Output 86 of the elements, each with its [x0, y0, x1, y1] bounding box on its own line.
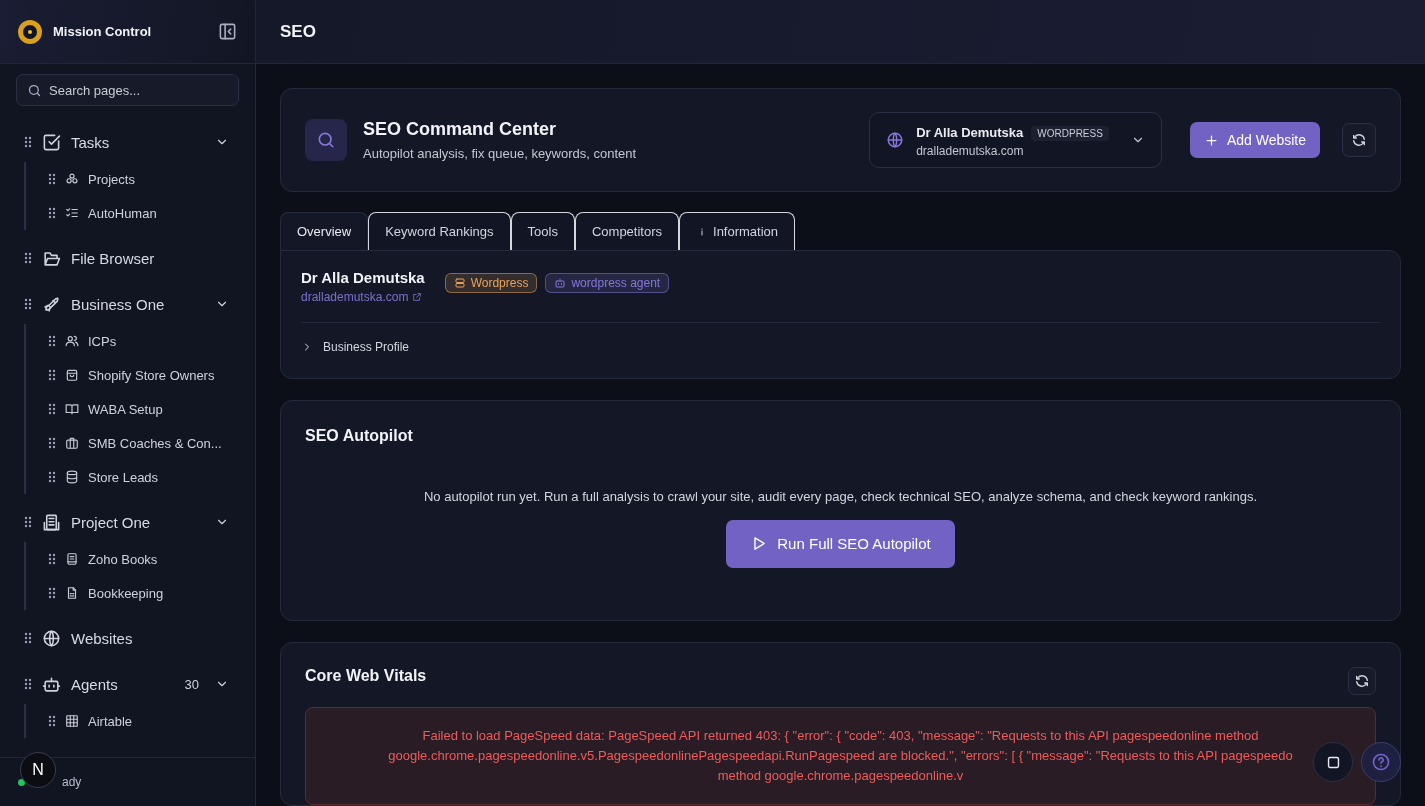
drag-handle-icon[interactable]: [24, 632, 32, 644]
briefcase-icon: [65, 436, 79, 450]
book-icon: [65, 402, 79, 416]
building-icon: [42, 512, 61, 532]
card-title: SEO Autopilot: [305, 426, 413, 445]
website-selector[interactable]: Dr Alla Demutska WORDPRESS drallademutska.com: [869, 112, 1162, 169]
search-field[interactable]: Search pages...: [16, 74, 239, 106]
tab[interactable]: Keyword Rankings: [368, 212, 511, 251]
sidebar-item[interactable]: Projects: [88, 171, 135, 187]
drag-handle-icon[interactable]: [48, 403, 56, 415]
tag: Wordpress: [444, 273, 538, 294]
search-icon: [305, 119, 347, 162]
drag-handle-icon[interactable]: [48, 553, 56, 565]
boxes-icon: [65, 172, 79, 186]
app-title: Mission Control: [53, 24, 153, 39]
sidebar-item[interactable]: Agents: [71, 675, 175, 693]
checklist-icon: [65, 206, 79, 220]
drag-handle-icon[interactable]: [48, 335, 56, 347]
sidebar-item[interactable]: File Browser: [71, 249, 229, 267]
sidebar-collapse-icon: [218, 22, 237, 41]
sidebar-item[interactable]: Tasks: [71, 133, 205, 151]
status-text: ady: [62, 775, 82, 789]
checkbox-icon: [42, 132, 61, 152]
users-icon: [65, 334, 79, 348]
table-icon: [65, 714, 79, 728]
tab[interactable]: Overview: [280, 212, 369, 251]
refresh-icon: [1354, 673, 1370, 689]
card-title: SEO Command Center: [363, 119, 558, 141]
drag-handle-icon[interactable]: [24, 516, 32, 528]
drag-handle-icon[interactable]: [48, 369, 56, 381]
globe-icon: [886, 131, 905, 150]
sidebar-item[interactable]: Project One: [71, 513, 205, 531]
robot-icon: [554, 277, 567, 290]
sidebar-item[interactable]: Airtable: [88, 713, 133, 729]
card-subtitle: Autopilot analysis, fix queue, keywords, content: [363, 146, 638, 162]
tab[interactable]: Information: [679, 212, 796, 251]
drag-handle-icon[interactable]: [24, 252, 32, 264]
drag-handle-icon[interactable]: [24, 678, 32, 690]
card-title: Core Web Vitals: [305, 667, 427, 685]
logo-icon: [18, 19, 42, 44]
help-icon: [1371, 752, 1391, 772]
refresh-button[interactable]: [1348, 667, 1376, 695]
drag-handle-icon[interactable]: [48, 207, 56, 219]
globe-icon: [42, 628, 61, 648]
site-name: Dr Alla Demutska: [301, 269, 425, 287]
sidebar-item[interactable]: SMB Coaches & Con...: [88, 435, 222, 451]
tag: wordpress agent: [545, 273, 670, 294]
drag-handle-icon[interactable]: [48, 471, 56, 483]
document-icon: [65, 586, 79, 600]
search-icon: [27, 83, 42, 98]
robot-icon: [42, 674, 61, 694]
site-link[interactable]: drallademutska.com: [301, 290, 425, 305]
sidebar-item[interactable]: Zoho Books: [88, 551, 158, 567]
sidebar-item[interactable]: Shopify Store Owners: [88, 367, 215, 383]
refresh-button[interactable]: [1342, 123, 1376, 158]
sidebar-item[interactable]: Bookkeeping: [88, 585, 164, 601]
drag-handle-icon[interactable]: [48, 173, 56, 185]
drag-handle-icon[interactable]: [24, 136, 32, 148]
sidebar-item[interactable]: ICPs: [88, 333, 117, 349]
sidebar-item[interactable]: Business One: [71, 295, 205, 313]
sidebar-toggle-button[interactable]: [218, 22, 237, 41]
database-icon: [65, 470, 79, 484]
item-count: 30: [184, 676, 199, 692]
drag-handle-icon[interactable]: [48, 715, 56, 727]
empty-message: No autopilot run yet. Run a full analysis to crawl your site, audit every page, check technical SEO, analyze schema, and check keyword rankings.: [423, 488, 1258, 504]
plus-icon: [1203, 132, 1219, 148]
sidebar-item[interactable]: Websites: [71, 629, 229, 647]
sidebar-item[interactable]: WABA Setup: [88, 401, 163, 417]
avatar[interactable]: N: [20, 752, 56, 788]
business-profile-toggle[interactable]: Business Profile: [301, 323, 410, 372]
book-icon: [65, 552, 79, 566]
external-link-icon: [412, 292, 423, 303]
drag-handle-icon[interactable]: [48, 437, 56, 449]
tab[interactable]: Tools: [510, 212, 575, 251]
tab[interactable]: Competitors: [574, 212, 679, 251]
drag-handle-icon[interactable]: [24, 298, 32, 310]
sidebar-item[interactable]: Store Leads: [88, 469, 159, 485]
error-message: Failed to load PageSpeed data: PageSpeed API returned 403: { "error": { "code": 403, "message": "Requests to this API pagespeedonline method google.chrome.pagespeedonline.v5.PagespeedonlinePagespeedapi.RunPagespeed are blocked.", "errors": [ { "message": "Requests to this API pagespeedo method google.chrome.pagespeedonline.v: [305, 707, 1376, 805]
server-icon: [453, 277, 466, 290]
page-title: SEO: [280, 21, 316, 42]
refresh-icon: [1351, 132, 1367, 149]
add-website-button[interactable]: Add Website: [1189, 122, 1320, 159]
sidebar-item[interactable]: AutoHuman: [88, 205, 157, 221]
bag-icon: [65, 368, 79, 382]
run-autopilot-button[interactable]: Run Full SEO Autopilot: [726, 519, 955, 568]
drag-handle-icon[interactable]: [48, 587, 56, 599]
